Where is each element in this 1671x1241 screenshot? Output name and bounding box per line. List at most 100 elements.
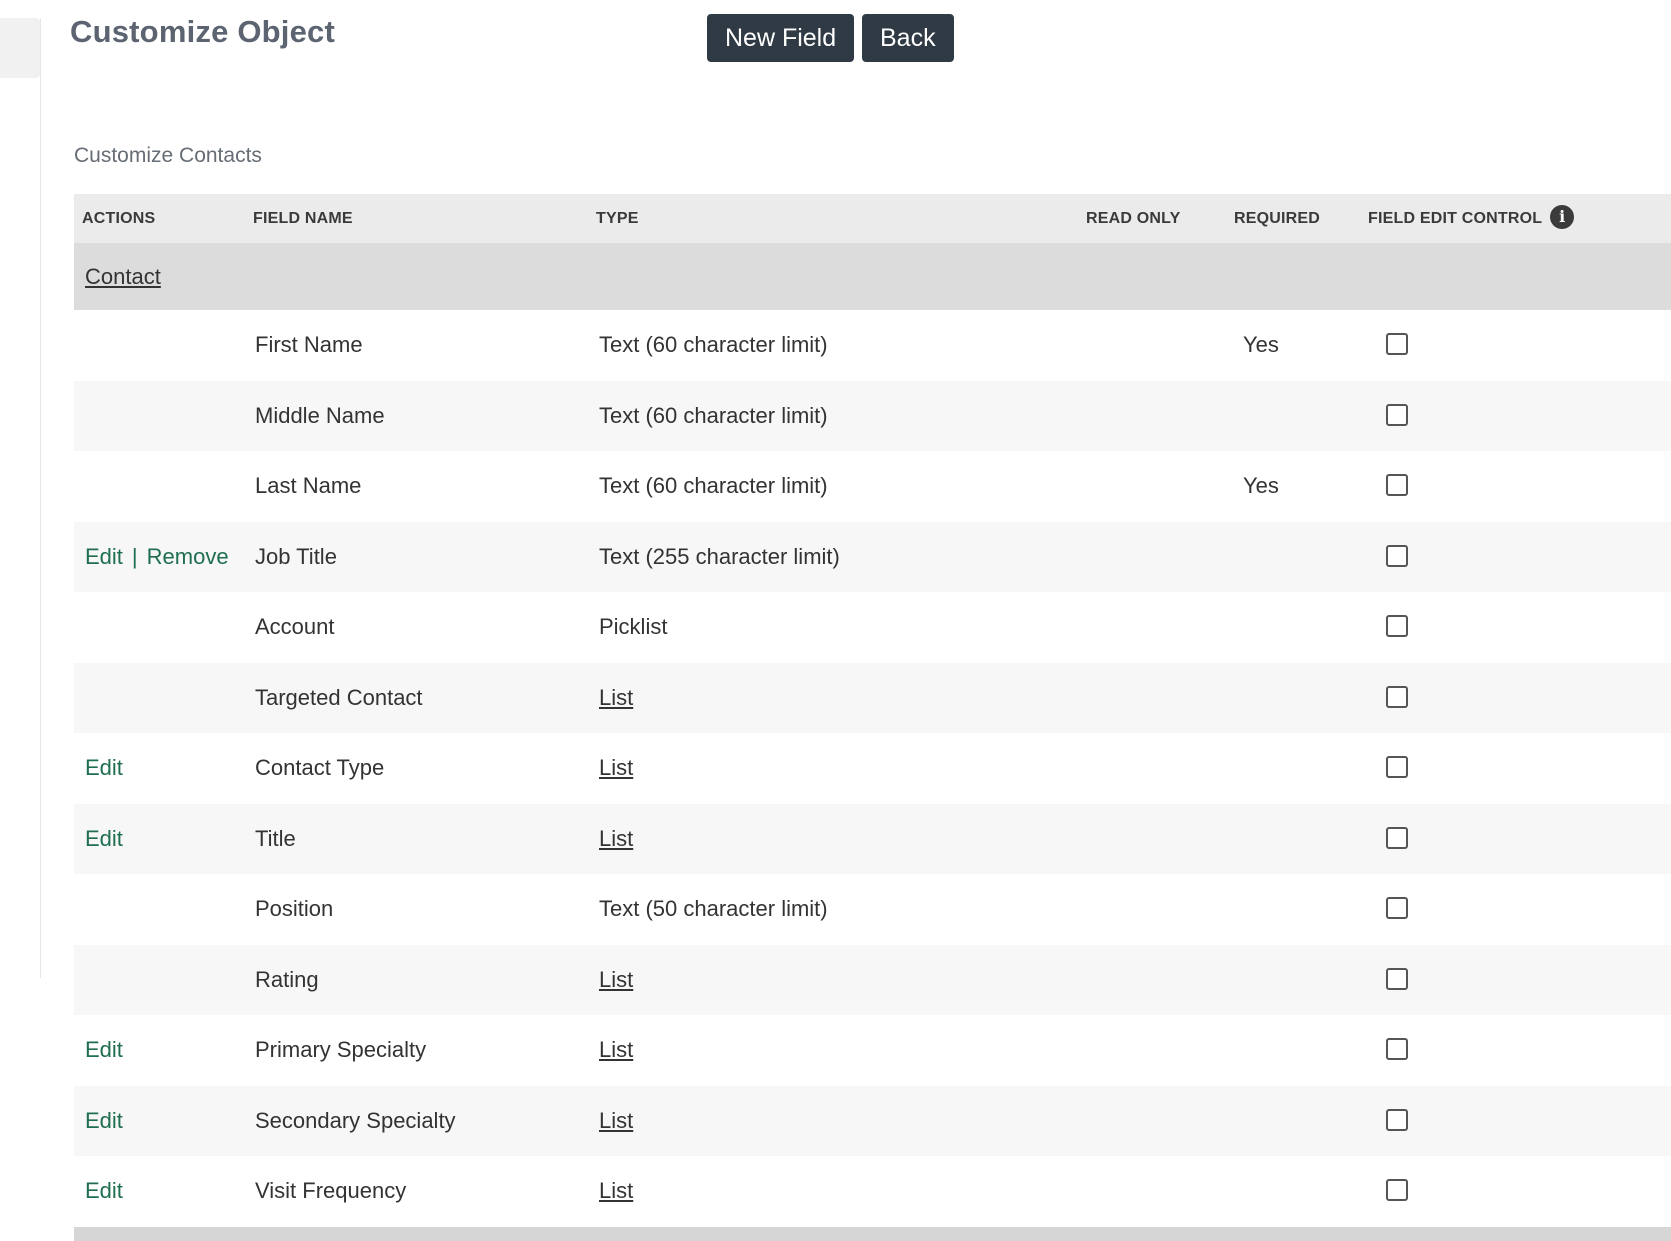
field-name-cell: Secondary Specialty [255,1107,456,1133]
type-cell: Text (255 character limit) [599,543,840,569]
column-header-field-edit-control-label: FIELD EDIT CONTROL [1368,210,1543,227]
type-list-link[interactable]: List [599,945,633,1015]
group-link-contact[interactable]: Contact [85,243,161,310]
type-list-link[interactable]: List [599,804,633,874]
actions-cell: Edit | Remove [85,522,229,592]
table-row: Account Picklist [74,592,1671,663]
table-row: Edit Secondary Specialty List [74,1085,1671,1156]
table-row: Edit Primary Specialty List [74,1015,1671,1086]
checkbox-icon[interactable] [1386,333,1408,355]
checkbox-icon[interactable] [1386,685,1408,708]
fields-table: ACTIONS FIELD NAME TYPE READ ONLY REQUIR… [74,194,1671,1241]
field-edit-control-cell [1386,756,1408,778]
table-row: Last Name Text (60 character limit) Yes [74,451,1671,522]
checkbox-icon[interactable] [1386,1179,1408,1201]
type-cell: Text (50 character limit) [599,896,828,921]
checkbox-icon[interactable] [1386,756,1408,778]
group-row: Contact [74,243,1671,310]
field-edit-control-cell [1386,474,1408,496]
field-name-cell: Contact Type [255,755,385,780]
checkbox-icon[interactable] [1386,826,1408,849]
back-button[interactable]: Back [862,14,954,62]
field-name-cell: Visit Frequency [255,1178,407,1203]
required-cell: Yes [1243,332,1279,357]
table-row: Targeted Contact List [74,662,1671,733]
field-name-cell: Position [255,896,334,921]
table-row: First Name Text (60 character limit) Yes [74,310,1671,381]
edit-link[interactable]: Edit [85,1178,123,1203]
checkbox-icon[interactable] [1386,967,1408,990]
new-field-button[interactable]: New Field [707,14,855,62]
field-name-cell: Rating [255,966,319,992]
table-row: Edit | Remove Job Title Text (255 character … [74,521,1671,592]
edit-link[interactable]: Edit [85,1108,123,1133]
edit-link[interactable]: Edit [85,755,123,780]
actions-cell: Edit [85,1156,123,1226]
field-edit-control-cell [1386,615,1408,637]
actions-cell: Edit [85,733,123,803]
checkbox-icon[interactable] [1386,1038,1408,1060]
type-list-link[interactable]: List [599,1156,633,1226]
type-list-link[interactable]: List [599,1086,633,1156]
edit-link[interactable]: Edit [85,544,123,569]
field-name-cell: Account [255,614,335,639]
field-edit-control-cell [1386,967,1408,990]
type-cell: Text (60 character limit) [599,473,828,498]
table-row: Edit Title List [74,803,1671,874]
column-header-field-name: FIELD NAME [253,210,353,227]
actions-cell: Edit [85,804,123,874]
table-row: Middle Name Text (60 character limit) [74,380,1671,451]
checkbox-icon[interactable] [1386,1108,1408,1131]
field-edit-control-cell [1386,1108,1408,1131]
field-name-cell: Targeted Contact [255,684,423,710]
checkbox-icon[interactable] [1386,544,1408,567]
actions-cell: Edit [85,1086,123,1156]
required-cell: Yes [1243,473,1279,498]
field-edit-control-cell [1386,1038,1408,1060]
type-cell: Text (60 character limit) [599,332,828,357]
field-name-cell: Last Name [255,473,362,498]
table-body: First Name Text (60 character limit) Yes Mi… [74,310,1671,1227]
column-header-field-edit-control: FIELD EDIT CONTROL i [1368,194,1575,243]
action-separator: | [131,543,138,569]
type-list-link[interactable]: List [599,1015,633,1085]
field-name-cell: Middle Name [255,402,385,428]
column-header-actions: ACTIONS [82,210,156,227]
field-edit-control-cell [1386,1179,1408,1201]
field-name-cell: Job Title [255,543,337,569]
table-row: Rating List [74,944,1671,1015]
type-cell: Text (60 character limit) [599,402,828,428]
field-edit-control-cell [1386,897,1408,919]
info-icon[interactable]: i [1550,204,1575,229]
field-edit-control-cell [1386,685,1408,708]
remove-link[interactable]: Remove [147,544,229,569]
sidebar-stub[interactable] [0,18,40,78]
edit-link[interactable]: Edit [85,826,123,851]
type-list-link[interactable]: List [599,733,633,803]
checkbox-icon[interactable] [1386,615,1408,637]
column-header-type: TYPE [596,210,639,227]
table-row: Edit Visit Frequency List [74,1156,1671,1227]
field-edit-control-cell [1386,826,1408,849]
checkbox-icon[interactable] [1386,474,1408,496]
section-title: Customize Contacts [74,144,262,167]
type-cell: Picklist [599,614,668,639]
page-title: Customize Object [70,14,336,49]
edit-link[interactable]: Edit [85,1037,123,1062]
sidebar-rail [0,18,41,978]
field-name-cell: Primary Specialty [255,1037,427,1062]
field-edit-control-cell [1386,544,1408,567]
column-header-required: REQUIRED [1234,210,1321,227]
table-header: ACTIONS FIELD NAME TYPE READ ONLY REQUIR… [74,194,1671,243]
checkbox-icon[interactable] [1386,897,1408,919]
table-row: Edit Contact Type List [74,733,1671,804]
field-name-cell: Title [255,825,296,851]
checkbox-icon[interactable] [1386,403,1408,426]
field-edit-control-cell [1386,333,1408,355]
column-header-read-only: READ ONLY [1086,210,1181,227]
table-row: Position Text (50 character limit) [74,874,1671,945]
type-list-link[interactable]: List [599,663,633,733]
field-edit-control-cell [1386,403,1408,426]
actions-cell: Edit [85,1015,123,1085]
field-name-cell: First Name [255,332,363,357]
